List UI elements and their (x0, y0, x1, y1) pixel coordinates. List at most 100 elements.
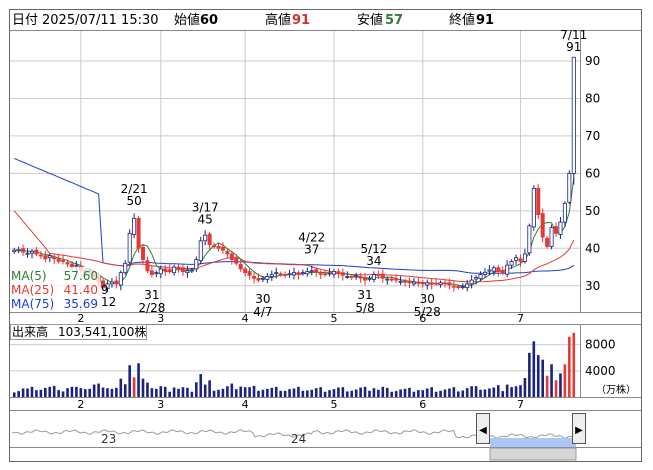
candle-body (336, 271, 341, 275)
candle-body (238, 264, 243, 270)
volume-bar (35, 390, 38, 397)
candle-body (469, 279, 474, 285)
stock-chart-widget: 日付 2025/07/11 15:30 始値 60 高値 91 安値 57 終値… (9, 9, 642, 462)
volume-tick-label: 8000 (585, 338, 616, 352)
candle-body (283, 274, 288, 276)
volume-bar (266, 388, 269, 397)
navigator-selected-range[interactable] (490, 438, 576, 447)
volume-bar (239, 386, 243, 397)
volume-label: 出来高 (12, 324, 48, 339)
candle-body (536, 187, 541, 215)
volume-bar (359, 387, 362, 397)
candle-body (136, 217, 141, 249)
volume-bar (101, 387, 105, 397)
volume-bar (226, 386, 229, 397)
candle-body (385, 278, 390, 281)
month-label: 3 (157, 398, 164, 411)
candle-body (274, 272, 279, 275)
candle-body (349, 276, 354, 278)
candle-body (309, 270, 314, 273)
candle-body (549, 227, 554, 247)
candle-body (363, 277, 368, 281)
candle-body (411, 281, 416, 285)
candle-body (198, 240, 203, 262)
volume-bar (350, 390, 354, 397)
candle-body (460, 286, 465, 288)
candle-body (545, 237, 550, 247)
volume-bar (301, 390, 305, 397)
candle-body (518, 258, 523, 262)
low-label: 安値 (357, 12, 383, 28)
candle-body (323, 273, 328, 276)
price-panel: 90807060504030 2/2150312/283/1745304/74/… (10, 28, 641, 319)
month-axis-labels-volume: 2 3 4 5 6 7 (77, 398, 524, 411)
volume-bar (234, 389, 238, 397)
candlesticks (12, 56, 576, 292)
price-tick-label: 90 (585, 54, 600, 68)
volume-bar (128, 365, 131, 397)
month-label: 3 (157, 312, 164, 325)
range-navigator[interactable]: 23 24 ◀ ▶ (10, 410, 641, 461)
volume-bar (448, 388, 451, 397)
candle-body (371, 274, 376, 280)
candle-body (109, 281, 114, 285)
candle-body (522, 253, 527, 262)
volume-bar (150, 388, 154, 397)
volume-bar (168, 391, 171, 397)
volume-bar (354, 389, 358, 397)
volume-bar (292, 388, 296, 397)
annotation-value: 30 (420, 292, 435, 306)
volume-bar (44, 387, 47, 397)
volume-bar (425, 388, 429, 397)
month-label: 4 (242, 312, 249, 325)
ma5-value: 57.60 (64, 269, 98, 283)
candle-body (438, 282, 443, 286)
candle-body (314, 269, 319, 273)
candle-body (318, 273, 323, 275)
volume-bar (26, 388, 29, 397)
candle-body (296, 272, 301, 275)
volume-bar (110, 388, 114, 397)
volume-bar (368, 390, 371, 397)
candle-body (340, 272, 345, 276)
annotation-value: 50 (126, 194, 141, 208)
candle-body (394, 278, 399, 281)
volume-bar (572, 332, 576, 397)
month-label: 5 (330, 312, 337, 325)
ma75-label: MA(75) (11, 297, 54, 311)
volume-bar (510, 387, 513, 397)
month-label: 5 (330, 398, 337, 411)
volume-bar (465, 388, 469, 397)
navigator-scrollbar-thumb[interactable] (489, 447, 577, 461)
volume-bar (146, 382, 149, 397)
candle-body (25, 252, 30, 255)
candle-body (47, 255, 52, 259)
candle-body (416, 281, 421, 284)
candle-body (61, 259, 66, 262)
candle-body (34, 249, 39, 255)
volume-bar (203, 384, 207, 397)
candle-body (21, 248, 26, 253)
annotation-value: 37 (304, 243, 319, 257)
volume-bar (390, 391, 394, 397)
volume-bar (115, 387, 118, 397)
volume-bar (208, 380, 211, 397)
volume-bar (483, 389, 487, 397)
candle-body (163, 268, 168, 272)
volume-bar (536, 355, 540, 397)
candle-body (500, 270, 505, 274)
volume-bar (172, 387, 176, 397)
volume-bar (314, 388, 318, 397)
volume-bar (97, 383, 100, 397)
candle-body (269, 274, 274, 277)
candle-body (252, 276, 257, 279)
volume-bar (323, 391, 327, 397)
candle-body (291, 272, 296, 276)
volume-bar (332, 389, 336, 397)
volume-bar (75, 386, 78, 397)
candle-body (69, 263, 74, 268)
header-datetime: 2025/07/11 15:30 (42, 13, 159, 28)
candle-body (132, 217, 137, 235)
candle-body (265, 276, 270, 280)
close-value: 91 (476, 13, 494, 28)
